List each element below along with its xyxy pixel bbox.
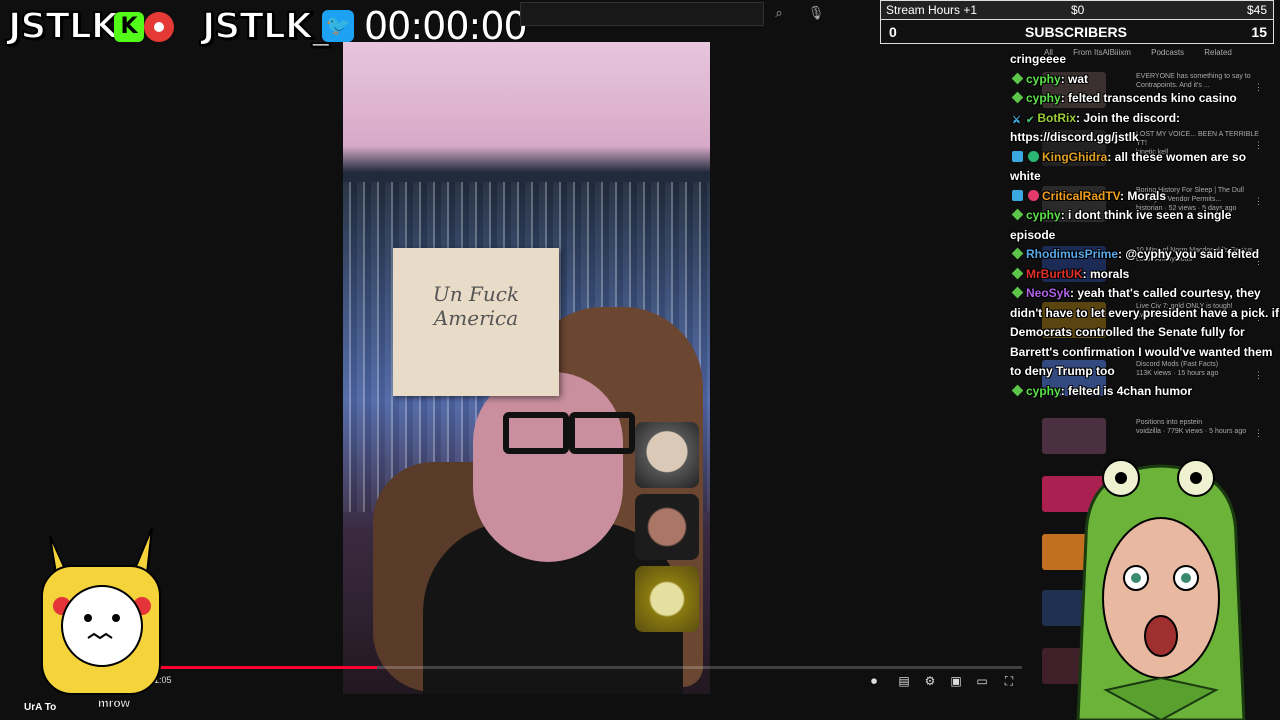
kick-icon: K	[114, 12, 144, 42]
diamond-badge-icon	[1011, 286, 1024, 299]
sword-badge-icon: ⚔	[1012, 114, 1021, 126]
chat-text: : felted is 4chan humor	[1060, 383, 1193, 398]
chat-username[interactable]: cyphy	[1026, 72, 1061, 86]
search-input[interactable]	[520, 2, 764, 26]
subscribers-label: SUBSCRIBERS	[1025, 24, 1127, 40]
cube-badge-icon	[1012, 189, 1023, 201]
chat-text: : Join the discord: https://discord.gg/j…	[1010, 110, 1181, 145]
subscriber-goal: 15	[1251, 24, 1267, 40]
participant-thumbnail[interactable]	[635, 422, 699, 488]
chat-username[interactable]: cyphy	[1026, 208, 1061, 222]
glasses	[503, 412, 635, 454]
related-video[interactable]: Positions into epstein voidzilla · 779K v…	[1042, 418, 1280, 458]
diamond-badge-icon	[1011, 267, 1024, 279]
record-icon	[144, 12, 174, 42]
more-options-icon[interactable]: ⋮	[1254, 428, 1263, 439]
chat-username[interactable]: RhodimusPrime	[1026, 247, 1118, 261]
chat-username[interactable]: NeoSyk	[1026, 286, 1070, 300]
diamond-badge-icon	[1011, 91, 1024, 104]
theater-mode-icon[interactable]: ▭	[974, 674, 990, 688]
participant-thumbnail[interactable]	[635, 494, 699, 560]
chat-message: cyphy: wat	[1010, 70, 1280, 90]
chat-username[interactable]: KingGhidra	[1042, 150, 1107, 164]
chat-message: cyphy: i dont think ive seen a single ep…	[1010, 206, 1280, 245]
fullscreen-icon[interactable]: ⛶	[1001, 674, 1017, 688]
sign-text: Un Fuck America	[432, 282, 520, 330]
gem-badge-icon	[1028, 189, 1039, 201]
chat-text: : wat	[1060, 71, 1089, 86]
kermit-mascot	[1076, 459, 1246, 720]
diamond-badge-icon	[1011, 247, 1024, 260]
chat-username[interactable]: MrBurtUK	[1026, 267, 1083, 281]
stream-hours-label: Stream Hours +1	[886, 3, 978, 17]
chat-message: cringeeee	[1010, 50, 1280, 70]
subtitles-icon[interactable]: ▤	[896, 674, 912, 688]
channel-logo: JSTLK	[7, 5, 120, 48]
verified-badge-icon: ✔	[1025, 114, 1035, 126]
money-goal: $45	[1246, 3, 1267, 17]
handwritten-sign: Un Fuck America	[393, 248, 559, 396]
chat-message: cyphy: felted transcends kino casino	[1010, 89, 1280, 109]
chat-text: : morals	[1082, 266, 1130, 281]
cube-badge-icon	[1012, 150, 1023, 162]
diamond-badge-icon	[1011, 72, 1024, 84]
miniplayer-icon[interactable]: ▣	[948, 674, 964, 688]
autoplay-toggle[interactable]: ⏺	[866, 674, 882, 688]
chat-message: NeoSyk: yeah that's called courtesy, the…	[1010, 284, 1280, 382]
related-title: Positions into epstein	[1136, 419, 1203, 426]
chat-message: cyphy: felted is 4chan humor	[1010, 382, 1280, 402]
money-raised: $0	[1071, 3, 1085, 17]
participant-thumbnail[interactable]	[635, 566, 699, 632]
video-player[interactable]: Un Fuck America	[343, 42, 710, 694]
chat-message: ⚔ ✔ BotRix: Join the discord: https://disc…	[1010, 109, 1280, 148]
dot-badge-icon	[1028, 150, 1039, 162]
chat-text: : Morals	[1120, 188, 1167, 203]
twitter-icon: 🐦	[322, 10, 354, 42]
chat-message: CriticalRadTV: Morals	[1010, 187, 1280, 207]
caption-text: UrA To	[24, 702, 57, 713]
person-face	[473, 372, 623, 562]
chat-text: : felted transcends kino casino	[1060, 91, 1237, 105]
chat-message: KingGhidra: all these women are so white	[1010, 148, 1280, 187]
related-meta: voidzilla · 779K views · 5 hours ago	[1136, 428, 1247, 435]
subscriber-count: 0	[889, 24, 897, 40]
progress-bar[interactable]	[60, 666, 1022, 669]
pikachu-mascot	[41, 527, 161, 695]
stream-stats-box: Stream Hours +1 $0 $45 0 SUBSCRIBERS 15	[880, 0, 1274, 44]
chat-message: MrBurtUK: morals	[1010, 265, 1280, 285]
settings-gear-icon[interactable]: ⚙	[922, 674, 938, 688]
chat-text: cringeeee	[1010, 52, 1067, 66]
diamond-badge-icon	[1011, 208, 1024, 221]
search-icon[interactable]: ⌕	[764, 2, 794, 24]
channel-logo-twitter: JSTLK_	[201, 5, 331, 48]
mrow-caption: mrow	[98, 696, 131, 711]
diamond-badge-icon	[1011, 384, 1024, 396]
chat-username[interactable]: cyphy	[1026, 384, 1061, 398]
chat-username[interactable]: cyphy	[1026, 91, 1061, 105]
chat-message: RhodimusPrime: @cyphy you said felted	[1010, 245, 1280, 265]
chat-overlay: cringeeee cyphy: wat cyphy: felted transce…	[1010, 50, 1280, 401]
chat-username[interactable]: BotRix	[1037, 111, 1076, 125]
chat-username[interactable]: CriticalRadTV	[1042, 189, 1120, 203]
microphone-icon[interactable]: 🎙	[802, 2, 830, 24]
chat-text: : @cyphy you said felted	[1118, 247, 1260, 261]
